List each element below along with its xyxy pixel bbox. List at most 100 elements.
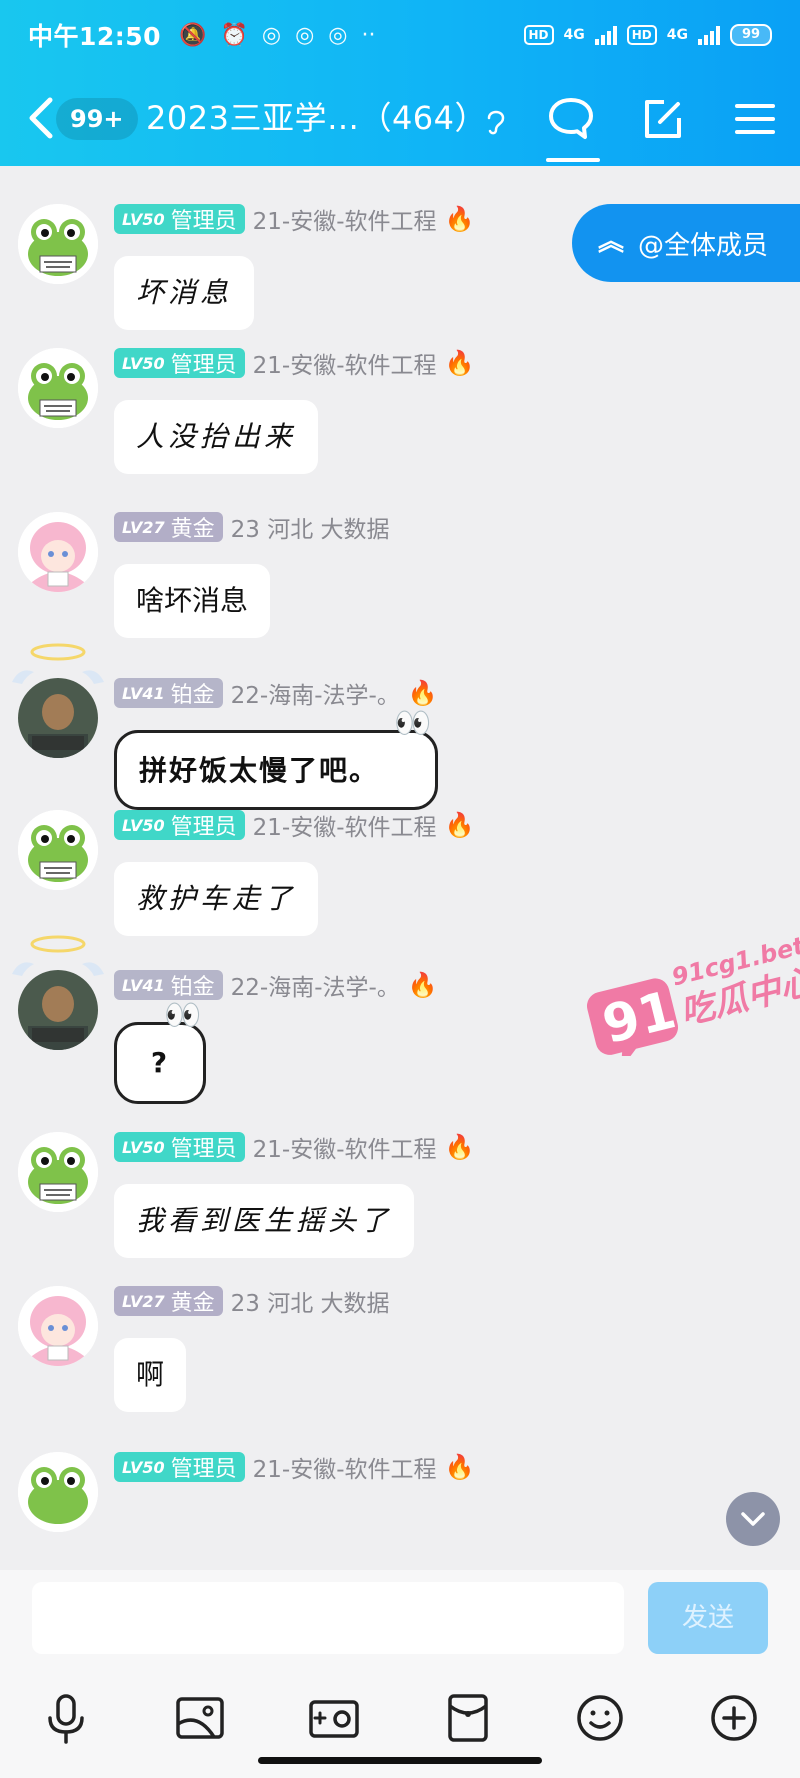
more-notifications-icon: ·· [361,22,376,48]
chat-title[interactable]: 2023三亚学…（464） [146,96,487,140]
fire-icon: 🔥 [407,679,438,707]
level-badge: LV50 管理员 [114,204,245,234]
signal-icon [698,25,720,45]
back-arrow-icon[interactable] [24,96,58,140]
frog-avatar-icon [18,348,98,428]
sender-nickname[interactable]: 22-海南-法学-。 [231,676,400,710]
hd-icon: HD [626,25,657,45]
nav-bar: 99+ 2023三亚学…（464） [0,88,800,162]
message-bubble[interactable]: 啊 [114,1338,187,1412]
active-tab-indicator [546,158,600,162]
menu-icon[interactable] [730,94,780,144]
avatar[interactable] [18,1286,98,1366]
plus-icon[interactable] [704,1688,764,1748]
image-icon[interactable] [170,1688,230,1748]
camera-icon[interactable] [304,1688,364,1748]
sender-nickname[interactable]: 21-安徽-软件工程 [253,1450,437,1484]
network-label: 4G [563,27,585,43]
avatar[interactable] [18,970,98,1050]
photo-avatar-icon [18,970,98,1050]
battery-icon: 99 [730,24,772,46]
level-badge: LV50 管理员 [114,1452,245,1482]
message-bubble[interactable]: 坏消息 [114,256,255,330]
home-indicator[interactable] [258,1757,542,1764]
message-bubble[interactable]: 拼好饭太慢了吧。 [114,730,438,810]
avatar[interactable] [18,810,98,890]
fire-icon: 🔥 [444,349,475,377]
sender-nickname[interactable]: 21-安徽-软件工程 [253,1130,437,1164]
sender-nickname[interactable]: 21-安徽-软件工程 [253,202,437,236]
hd-icon: HD [523,25,554,45]
sender-nickname[interactable]: 23 河北 大数据 [231,510,390,544]
frog-avatar-icon [18,1452,98,1532]
message-bubble[interactable]: 我看到医生摇头了 [114,1184,415,1258]
googly-eyes-icon: 👀 [394,706,432,741]
anime-girl-avatar-icon [18,1286,98,1366]
sender-meta: LV50 管理员 21-安徽-软件工程 🔥 [114,1450,475,1484]
sender-meta: LV41 铂金 22-海南-法学-。 🔥 [114,968,438,1002]
frog-avatar-icon [18,810,98,890]
mute-icon: 🔕 [179,22,207,48]
level-badge: LV50 管理员 [114,810,245,840]
sender-meta: LV50 管理员 21-安徽-软件工程 🔥 [114,346,475,380]
status-bar: 中午12:50 🔕 ⏰ ◎ ◎ ◎ ·· HD 4G HD 4G 99 [28,18,772,52]
sender-nickname[interactable]: 21-安徽-软件工程 [253,808,437,842]
fire-icon: 🔥 [444,1133,475,1161]
toolbar [0,1688,800,1758]
sender-nickname[interactable]: 22-海南-法学-。 [231,968,400,1002]
sender-meta: LV41 铂金 22-海南-法学-。 🔥 [114,676,438,710]
notification-icon: ◎ [261,22,282,48]
fire-icon: 🔥 [444,811,475,839]
message-bubble[interactable]: ? [114,1022,206,1104]
level-badge: LV27 黄金 [114,1286,223,1316]
frog-avatar-icon [18,204,98,284]
level-badge: LV50 管理员 [114,1132,245,1162]
level-badge: LV41 铂金 [114,970,223,1000]
at-all-members-button[interactable]: ︽ @全体成员 [572,204,800,282]
microphone-icon[interactable] [36,1688,96,1748]
frog-avatar-icon [18,1132,98,1212]
red-packet-icon[interactable] [438,1688,498,1748]
sender-nickname[interactable]: 23 河北 大数据 [231,1284,390,1318]
sender-nickname[interactable]: 21-安徽-软件工程 [253,346,437,380]
avatar[interactable] [18,204,98,284]
signal-icon [594,25,617,45]
message-input[interactable] [32,1582,624,1654]
scroll-to-bottom-button[interactable] [726,1492,780,1546]
alarm-icon: ⏰ [220,22,248,48]
status-time: 中午12:50 [28,22,162,51]
sender-meta: LV27 黄金 23 河北 大数据 [114,510,390,544]
chevron-down-icon [741,1512,765,1526]
watermark-logo: 91 91cg1.bet 吃瓜中心 [580,926,800,1070]
ear-icon [487,110,505,135]
fire-icon: 🔥 [444,205,475,233]
unread-count-badge[interactable]: 99+ [56,98,138,140]
message-bubble[interactable]: 啥坏消息 [114,564,271,638]
sender-meta: LV27 黄金 23 河北 大数据 [114,1284,390,1318]
sender-meta: LV50 管理员 21-安徽-软件工程 🔥 [114,808,475,842]
level-badge: LV50 管理员 [114,348,245,378]
avatar[interactable] [18,512,98,592]
level-badge: LV41 铂金 [114,678,223,708]
input-bar: 发送 [0,1570,800,1778]
notification-icon: ◎ [295,22,315,48]
emoji-icon[interactable] [570,1688,630,1748]
message-bubble[interactable]: 救护车走了 [114,862,319,936]
fire-icon: 🔥 [444,1453,475,1481]
sender-meta: LV50 管理员 21-安徽-软件工程 🔥 [114,1130,475,1164]
send-button[interactable]: 发送 [648,1582,768,1654]
avatar[interactable] [18,678,98,758]
edit-icon[interactable] [638,94,688,144]
avatar[interactable] [18,348,98,428]
network-label: 4G [666,27,688,43]
avatar[interactable] [18,1132,98,1212]
header-bar: 中午12:50 🔕 ⏰ ◎ ◎ ◎ ·· HD 4G HD 4G 99 99+ … [0,0,800,166]
double-chevron-up-icon: ︽ [598,227,625,258]
chat-message-list[interactable]: LV50 管理员 21-安徽-软件工程 🔥 坏消息 ︽ @全体成员 LV50 管理员… [0,166,800,1570]
avatar[interactable] [18,1452,98,1532]
chat-bubble-icon[interactable] [546,94,596,144]
photo-avatar-icon [18,678,98,758]
anime-girl-avatar-icon [18,512,98,592]
notification-icon: ◎ [328,22,348,48]
message-bubble[interactable]: 人没抬出来 [114,400,319,474]
